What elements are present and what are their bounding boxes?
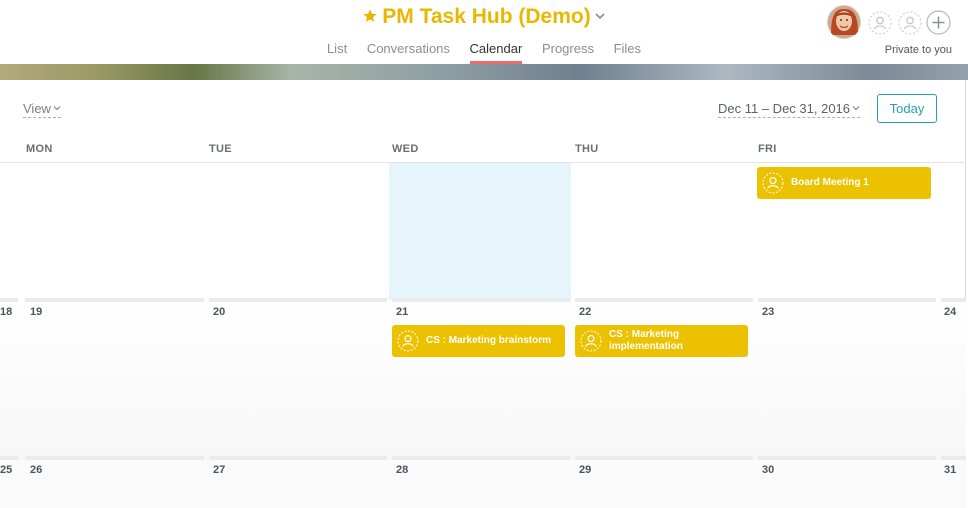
today-button[interactable]: Today <box>877 94 937 123</box>
chevron-down-icon <box>852 106 860 111</box>
tab-progress[interactable]: Progress <box>542 40 594 64</box>
day-separator <box>0 298 18 302</box>
view-dropdown[interactable]: View <box>23 101 61 118</box>
empty-member-icon[interactable] <box>868 11 892 35</box>
weekday-header: WED <box>392 143 419 155</box>
day-number: 21 <box>396 306 409 318</box>
project-header: PM Task Hub (Demo) List Conversations Ca… <box>0 0 968 64</box>
plus-icon[interactable] <box>926 10 951 35</box>
day-number: 27 <box>213 464 226 476</box>
day-separator <box>575 298 753 302</box>
day-separator <box>209 456 387 460</box>
day-number: 30 <box>762 464 775 476</box>
weekday-header: TUE <box>209 143 232 155</box>
day-separator <box>209 298 387 302</box>
tab-list[interactable]: List <box>327 40 347 64</box>
day-separator <box>941 298 966 302</box>
day-separator <box>392 298 570 302</box>
day-separator <box>941 456 966 460</box>
task-chip[interactable]: Board Meeting 1 <box>757 167 931 199</box>
date-range-picker[interactable]: Dec 11 – Dec 31, 2016 <box>718 101 861 118</box>
day-separator <box>25 298 204 302</box>
task-label: CS : Marketing brainstorm <box>426 335 552 346</box>
calendar-week <box>0 460 966 508</box>
day-number: 28 <box>396 464 409 476</box>
day-separator <box>25 456 204 460</box>
star-icon[interactable] <box>362 8 378 24</box>
day-separator <box>0 456 18 460</box>
chevron-down-icon[interactable] <box>594 10 606 22</box>
task-chip[interactable]: CS : Marketing brainstorm <box>392 325 565 357</box>
day-number: 25 <box>0 464 13 476</box>
date-range-label: Dec 11 – Dec 31, 2016 <box>718 101 851 116</box>
tab-calendar[interactable]: Calendar <box>469 40 522 64</box>
weekday-header: THU <box>575 143 599 155</box>
day-number: 29 <box>579 464 592 476</box>
day-separator <box>758 298 936 302</box>
day-number: 22 <box>579 306 592 318</box>
tab-files[interactable]: Files <box>614 40 641 64</box>
day-separator <box>575 456 753 460</box>
day-number: 18 <box>0 306 13 318</box>
privacy-label[interactable]: Private to you <box>885 44 952 56</box>
unassigned-user-icon[interactable] <box>762 172 784 194</box>
weekday-header: MON <box>26 143 53 155</box>
project-banner <box>0 64 968 80</box>
unassigned-user-icon[interactable] <box>397 330 419 352</box>
day-number: 26 <box>30 464 43 476</box>
day-number: 20 <box>213 306 226 318</box>
project-members <box>818 5 958 39</box>
day-number: 23 <box>762 306 775 318</box>
chevron-down-icon <box>53 106 61 111</box>
task-label: CS : Marketing implementation <box>609 329 683 352</box>
project-name: PM Task Hub (Demo) <box>382 5 591 28</box>
avatar[interactable] <box>827 5 861 39</box>
tab-conversations[interactable]: Conversations <box>367 40 450 64</box>
unassigned-user-icon[interactable] <box>580 330 602 352</box>
task-chip[interactable]: CS : Marketing implementation <box>575 325 748 357</box>
day-separator <box>392 456 570 460</box>
day-number: 24 <box>944 306 957 318</box>
empty-member-icon[interactable] <box>898 11 922 35</box>
day-separator <box>758 456 936 460</box>
weekday-header: FRI <box>758 143 777 155</box>
calendar-week <box>0 300 966 460</box>
view-label: View <box>23 101 51 116</box>
day-number: 31 <box>944 464 957 476</box>
task-label: Board Meeting 1 <box>791 177 869 188</box>
today-column <box>389 163 571 300</box>
project-tabs: List Conversations Calendar Progress Fil… <box>0 40 968 64</box>
day-number: 19 <box>30 306 43 318</box>
